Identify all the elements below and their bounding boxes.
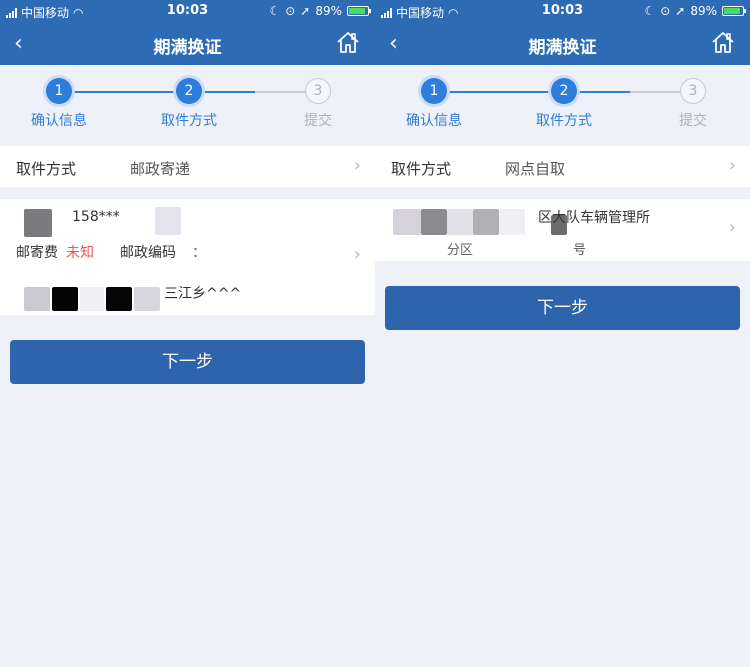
step-1: 1 确认信息 xyxy=(389,78,479,130)
redacted-address xyxy=(52,287,78,311)
postcode-value: ： xyxy=(192,245,206,261)
step-3: 3 提交 xyxy=(273,78,363,130)
location-icon: ➚ xyxy=(675,4,686,18)
pickup-method-value: 邮政寄递 xyxy=(130,160,191,178)
battery-percent: 89% xyxy=(690,4,717,18)
postage-value: 未知 xyxy=(66,245,94,261)
redacted-info xyxy=(155,207,181,235)
step-number: 3 xyxy=(305,78,331,104)
home-icon[interactable] xyxy=(710,29,736,55)
redacted-name xyxy=(24,209,52,237)
step-1: 1 确认信息 xyxy=(14,78,104,130)
step-label: 确认信息 xyxy=(31,113,87,129)
step-label: 取件方式 xyxy=(161,113,217,129)
step-3: 3 提交 xyxy=(648,78,738,130)
step-2: 2 取件方式 xyxy=(519,78,609,130)
battery-icon xyxy=(722,6,746,16)
pickup-method-label: 取件方式 xyxy=(391,160,452,178)
step-label: 提交 xyxy=(304,113,332,129)
redacted-office xyxy=(447,209,473,235)
moon-icon: ☾ xyxy=(269,4,281,18)
battery-percent: 89% xyxy=(315,4,342,18)
pickup-method-row[interactable]: 取件方式 网点自取 › xyxy=(375,146,750,187)
step-label: 提交 xyxy=(679,113,707,129)
status-bar: 中国移动 ◠ 10:03 ☾ ⊙ ➚ 89% xyxy=(0,0,375,22)
header: 中国移动 ◠ 10:03 ☾ ⊙ ➚ 89% ‹ 期满换证 xyxy=(0,0,375,65)
redacted-address xyxy=(106,287,132,311)
phone-number: 158*** xyxy=(72,209,120,225)
step-number: 1 xyxy=(421,78,447,104)
pickup-method-row[interactable]: 取件方式 邮政寄递 › xyxy=(0,146,375,187)
battery-icon xyxy=(347,6,371,16)
redacted-office xyxy=(421,209,447,235)
nav-bar: ‹ 期满换证 xyxy=(375,22,750,65)
lock-rotation-icon: ⊙ xyxy=(660,4,671,18)
next-step-button[interactable]: 下一步 xyxy=(385,286,740,330)
home-icon[interactable] xyxy=(335,29,361,55)
step-label: 确认信息 xyxy=(406,113,462,129)
step-indicator: 1 确认信息 2 取件方式 3 提交 xyxy=(0,65,375,145)
redacted-office xyxy=(393,209,421,235)
pickup-office-card[interactable]: 区大队车辆管理所 分区 号 › xyxy=(375,199,750,261)
step-number: 2 xyxy=(551,78,577,104)
right-screen: 中国移动 ◠ 10:03 ☾ ⊙ ➚ 89% ‹ 期满换证 1 确认信息 2 取… xyxy=(375,0,750,667)
lock-rotation-icon: ⊙ xyxy=(285,4,296,18)
moon-icon: ☾ xyxy=(644,4,656,18)
redacted-address xyxy=(134,287,160,311)
left-screen: 中国移动 ◠ 10:03 ☾ ⊙ ➚ 89% ‹ 期满换证 1 确认信息 2 取… xyxy=(0,0,375,667)
office-name: 区大队车辆管理所 xyxy=(538,210,650,226)
page-title: 期满换证 xyxy=(153,38,222,58)
number-fragment: 号 xyxy=(573,243,587,258)
step-indicator: 1 确认信息 2 取件方式 3 提交 xyxy=(375,65,750,145)
step-label: 取件方式 xyxy=(536,113,592,129)
address-text: 三江乡^^^ xyxy=(164,286,242,302)
status-bar: 中国移动 ◠ 10:03 ☾ ⊙ ➚ 89% xyxy=(375,0,750,22)
postcode-label: 邮政编码 xyxy=(120,245,176,261)
pickup-method-label: 取件方式 xyxy=(16,160,77,178)
location-icon: ➚ xyxy=(300,4,311,18)
redacted-address xyxy=(24,287,50,311)
step-number: 3 xyxy=(680,78,706,104)
chevron-right-icon: › xyxy=(728,155,736,176)
chevron-right-icon: › xyxy=(353,244,361,265)
redacted-office xyxy=(499,209,525,235)
postage-label: 邮寄费 xyxy=(16,245,58,261)
address-card[interactable]: 158*** 邮寄费 未知 邮政编码 ： › 三江乡^^^ xyxy=(0,199,375,315)
redacted-office xyxy=(473,209,499,235)
nav-bar: ‹ 期满换证 xyxy=(0,22,375,65)
district-fragment: 分区 xyxy=(447,243,474,258)
next-step-button[interactable]: 下一步 xyxy=(10,340,365,384)
step-2: 2 取件方式 xyxy=(144,78,234,130)
page-title: 期满换证 xyxy=(528,38,597,58)
chevron-right-icon: › xyxy=(728,217,736,238)
step-number: 2 xyxy=(176,78,202,104)
redacted-address xyxy=(80,287,104,311)
header: 中国移动 ◠ 10:03 ☾ ⊙ ➚ 89% ‹ 期满换证 xyxy=(375,0,750,65)
chevron-right-icon: › xyxy=(353,155,361,176)
pickup-method-value: 网点自取 xyxy=(505,160,566,178)
step-number: 1 xyxy=(46,78,72,104)
